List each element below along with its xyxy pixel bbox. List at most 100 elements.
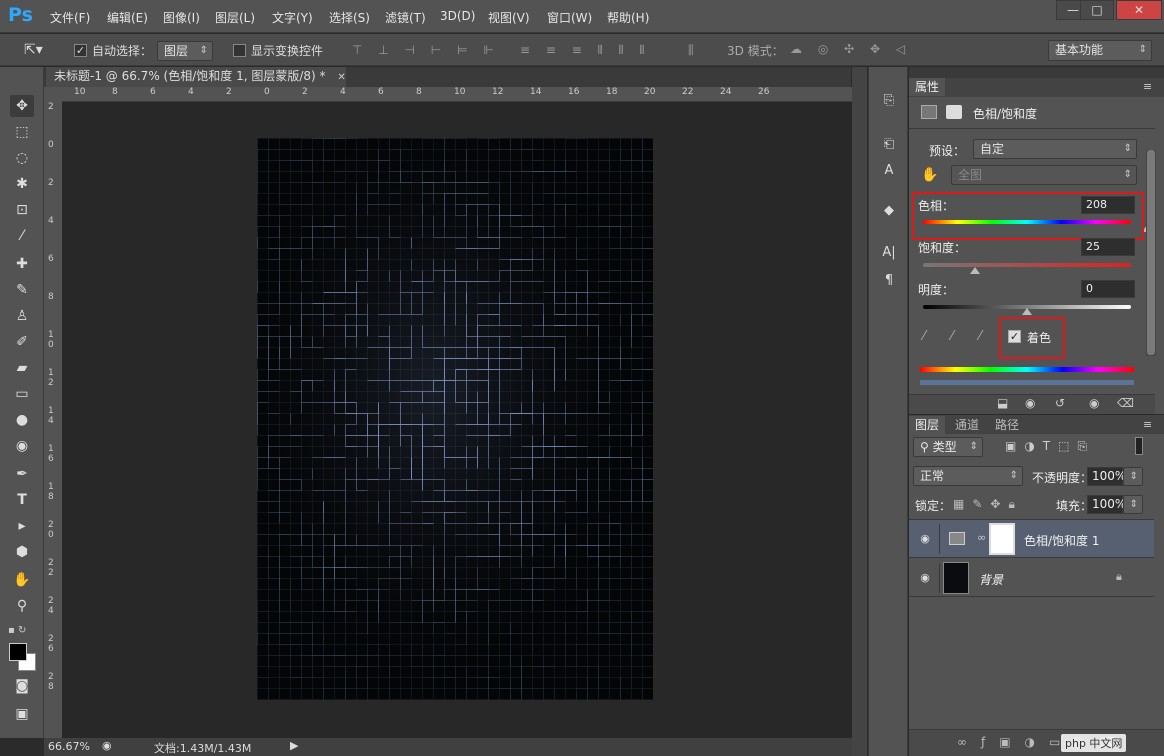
blur-tool-icon[interactable]: ● (10, 409, 34, 431)
status-info-icon[interactable]: ◉ (102, 739, 112, 752)
path-selection-tool-icon[interactable]: ▸ (10, 515, 34, 537)
move-tool-icon[interactable]: ✥ (10, 95, 34, 117)
screen-mode-icon[interactable]: ▣ (10, 703, 34, 725)
lightness-slider-thumb[interactable] (1022, 308, 1032, 315)
menu-item-2[interactable]: 图像(I) (163, 9, 200, 26)
fill-field[interactable]: 100% (1087, 495, 1126, 514)
type-tool-icon[interactable]: T (10, 489, 34, 511)
opacity-dropdown-arrow[interactable] (1123, 467, 1143, 486)
menu-item-1[interactable]: 编辑(E) (107, 9, 148, 26)
reset-icon[interactable]: ↺ (1055, 396, 1065, 410)
document-canvas[interactable] (257, 138, 653, 700)
layer-name[interactable]: 色相/饱和度 1 (1024, 532, 1100, 549)
link-chain-icon[interactable]: ∞ (977, 531, 986, 544)
tab-channels[interactable]: 通道 (949, 416, 985, 434)
lock-icons[interactable]: ▦✎✥🔒︎ (953, 497, 1023, 512)
layer-mask-thumbnail[interactable] (989, 523, 1015, 555)
distribute-icons[interactable]: ≡ ≡ ≡ ⫴ ⫴ ⫴ (520, 43, 650, 58)
menu-item-6[interactable]: 滤镜(T) (385, 9, 426, 26)
clip-to-layer-icon[interactable]: ⬓ (997, 396, 1008, 410)
healing-brush-tool-icon[interactable]: ✚ (10, 253, 34, 275)
preset-dropdown[interactable]: 自定 (973, 139, 1137, 159)
zoom-level[interactable]: 66.67% (48, 740, 90, 753)
workspace-dropdown[interactable]: 基本功能 (1048, 40, 1152, 61)
paragraph-panel-icon[interactable]: ¶ (879, 273, 899, 293)
marquee-tool-icon[interactable]: ⬚ (10, 121, 34, 143)
menu-item-7[interactable]: 3D(D) (440, 9, 475, 23)
saturation-value-field[interactable]: 25 (1081, 238, 1135, 256)
menu-item-8[interactable]: 视图(V) (488, 9, 530, 26)
3d-panel-icon[interactable]: ◆ (879, 203, 899, 223)
layer-name[interactable]: 背景 (979, 571, 1003, 588)
lightness-value-field[interactable]: 0 (1081, 280, 1135, 298)
history-panel-icon[interactable]: ⎘ (879, 93, 899, 113)
eyedropper-plus-icon[interactable]: ⁄ (951, 329, 953, 344)
layers-panel-menu-icon[interactable]: ≡ (1143, 418, 1152, 431)
hand-tool-icon[interactable]: ✋ (10, 569, 34, 591)
menu-item-4[interactable]: 文字(Y) (272, 9, 313, 26)
maximize-button[interactable]: □ (1080, 0, 1114, 20)
character-styles-icon[interactable]: A (879, 163, 899, 183)
blend-mode-dropdown[interactable]: 正常 (913, 466, 1023, 486)
foreground-color-swatch[interactable] (9, 643, 27, 661)
layer-filter-dropdown[interactable]: ⚲ 类型 (913, 437, 983, 457)
menu-item-5[interactable]: 选择(S) (329, 9, 370, 26)
mask-icon[interactable] (946, 105, 962, 119)
close-window-button[interactable]: ✕ (1116, 0, 1162, 20)
3d-mode-icons[interactable]: ☁ ◎ ✣ ✥ ◁ (790, 42, 911, 56)
eyedropper-minus-icon[interactable]: ⁄ (979, 329, 981, 344)
document-tab[interactable]: 未标题-1 @ 66.7% (色相/饱和度 1, 图层蒙版/8) * ✕ (46, 67, 346, 87)
swap-colors-icon[interactable]: ▪ ↻ (8, 625, 26, 636)
auto-align-icon[interactable]: ⫼ (688, 43, 694, 58)
fill-dropdown-arrow[interactable] (1123, 495, 1143, 514)
menu-item-10[interactable]: 帮助(H) (607, 9, 649, 26)
properties-tab[interactable]: 属性 (909, 78, 946, 96)
dodge-tool-icon[interactable]: ◉ (10, 435, 34, 457)
visibility-eye-icon[interactable]: ◉ (918, 532, 932, 546)
quick-mask-icon[interactable]: ◙ (10, 675, 34, 697)
layer-filter-icons[interactable]: ▣◑T⬚⎘ (1005, 439, 1095, 454)
eraser-tool-icon[interactable]: ▰ (10, 357, 34, 379)
move-tool-preset-icon[interactable]: ⇱▾ (24, 42, 43, 58)
magic-wand-tool-icon[interactable]: ✱ (10, 173, 34, 195)
character-panel-icon[interactable]: A| (879, 245, 899, 265)
tab-paths[interactable]: 路径 (989, 416, 1025, 434)
delete-adjustment-icon[interactable]: ⌫ (1117, 396, 1134, 410)
menu-item-9[interactable]: 窗口(W) (547, 9, 592, 26)
background-thumbnail[interactable] (943, 562, 969, 594)
menu-item-0[interactable]: 文件(F) (50, 9, 90, 26)
lasso-tool-icon[interactable]: ◌ (10, 147, 34, 169)
pen-tool-icon[interactable]: ✒ (10, 463, 34, 485)
auto-select-target-dropdown[interactable]: 图层 (157, 41, 213, 61)
brush-tool-icon[interactable]: ✎ (10, 279, 34, 301)
saturation-slider-track[interactable] (923, 263, 1131, 267)
clone-stamp-tool-icon[interactable]: ♙ (10, 305, 34, 327)
zoom-tool-icon[interactable]: ⚲ (10, 595, 34, 617)
saturation-slider-thumb[interactable] (970, 267, 980, 274)
eyedropper-icon[interactable]: ⁄ (923, 329, 925, 344)
show-transform-checkbox[interactable] (233, 44, 246, 57)
gradient-tool-icon[interactable]: ▭ (10, 383, 34, 405)
close-document-icon[interactable]: ✕ (337, 72, 345, 83)
layer-row-background[interactable]: ◉ 背景 🔒︎ (909, 559, 1154, 597)
tab-layers[interactable]: 图层 (909, 416, 946, 434)
properties-scrollbar-thumb[interactable] (1147, 150, 1155, 355)
layer-row-hue-saturation[interactable]: ◉ ∞ 色相/饱和度 1 (909, 520, 1154, 558)
history-brush-tool-icon[interactable]: ✐ (10, 331, 34, 353)
toggle-visibility-icon[interactable]: ◉ (1089, 396, 1099, 410)
menu-item-3[interactable]: 图层(L) (215, 9, 255, 26)
actions-panel-icon[interactable]: ⎗ (879, 137, 899, 157)
panel-menu-icon[interactable]: ≡ (1143, 80, 1152, 93)
view-previous-icon[interactable]: ◉ (1025, 396, 1035, 410)
align-icons[interactable]: ⊤ ⊥ ⊣ ⊢ ⊨ ⊩ (352, 43, 500, 57)
filter-toggle-icon[interactable] (1135, 437, 1143, 455)
crop-tool-icon[interactable]: ⊡ (10, 199, 34, 221)
channel-dropdown[interactable]: 全图 (951, 165, 1137, 185)
auto-select-checkbox[interactable]: ✓ (74, 44, 87, 57)
status-menu-arrow-icon[interactable]: ▶ (290, 739, 298, 752)
visibility-eye-icon[interactable]: ◉ (918, 571, 932, 585)
opacity-field[interactable]: 100% (1087, 467, 1126, 486)
on-image-adjust-hand-icon[interactable]: ✋ (921, 167, 938, 183)
shape-tool-icon[interactable]: ⬢ (10, 541, 34, 563)
eyedropper-tool-icon[interactable]: ⁄ (10, 225, 34, 247)
